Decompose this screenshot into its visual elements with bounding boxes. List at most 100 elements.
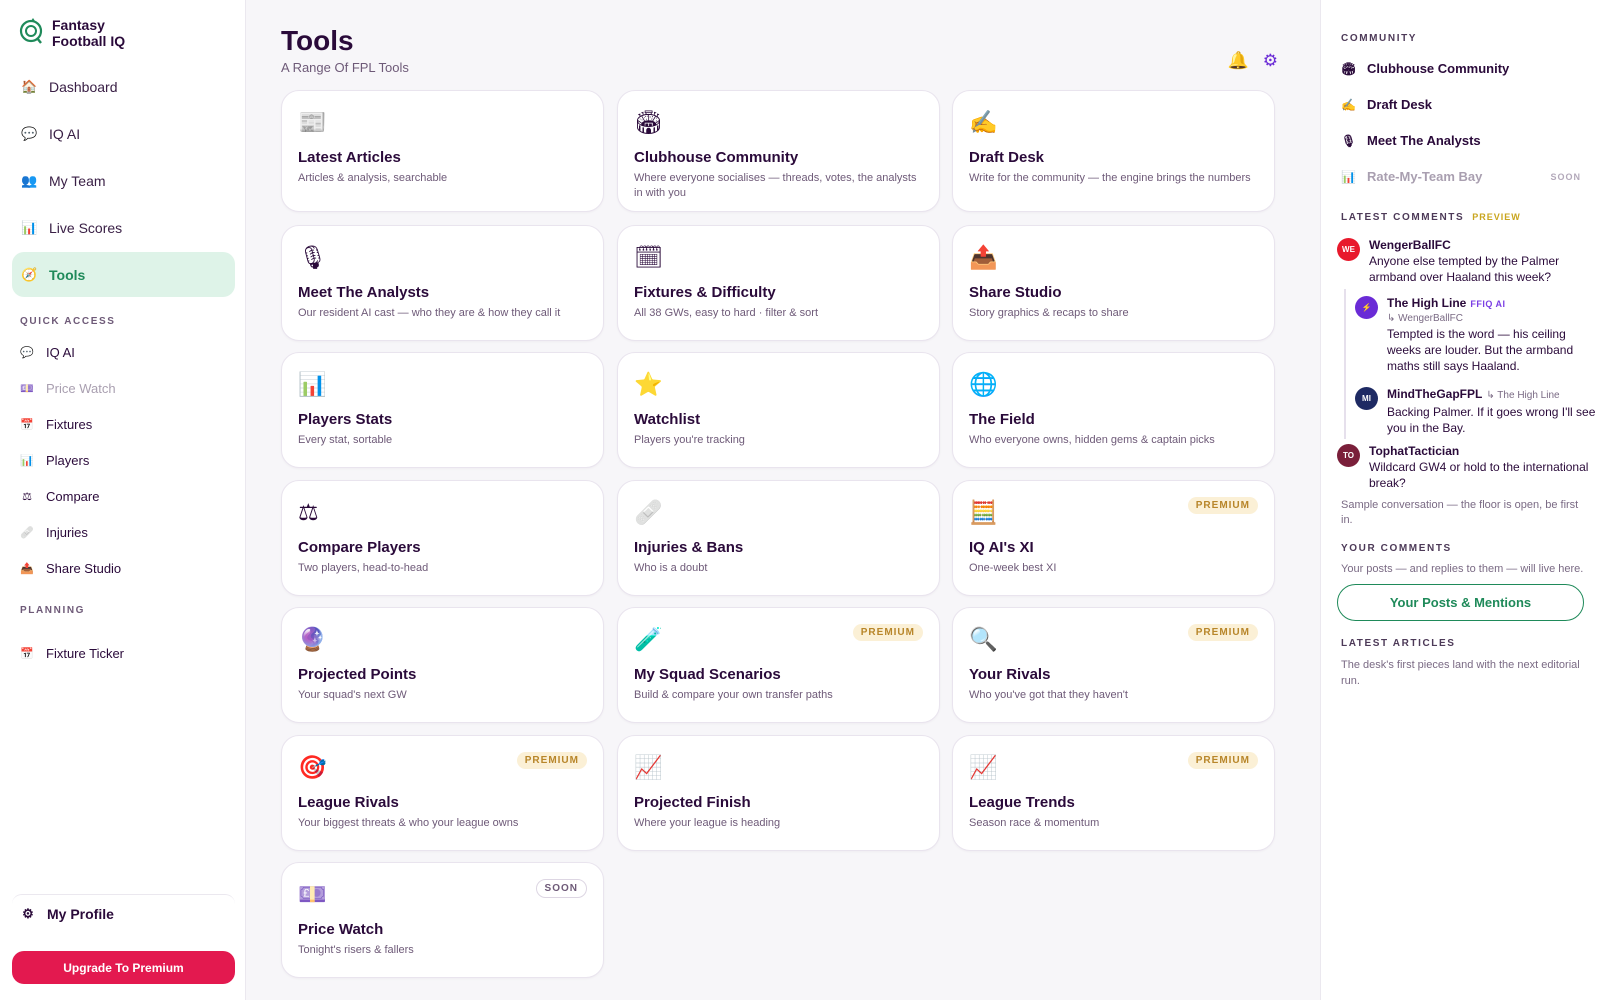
my-profile-link[interactable]: ⚙ My Profile	[21, 906, 114, 922]
community-item-rate-my-team-bay[interactable]: 📊 Rate-My-Team Bay SOON	[1341, 169, 1581, 184]
gear-icon: ⚙	[22, 906, 34, 921]
tool-card-projected-points[interactable]: 🔮 Projected Points Your squad's next GW	[281, 607, 604, 723]
banknote-icon: 💷	[20, 382, 34, 395]
tool-card-title: League Trends	[969, 794, 1075, 811]
premium-badge: PREMIUM	[1187, 497, 1258, 514]
quick-access-title: QUICK ACCESS	[20, 316, 116, 327]
quick-access-item-label: Players	[46, 452, 90, 468]
quick-access-item-players[interactable]: 📊 Players	[20, 442, 235, 478]
your-posts-button[interactable]: Your Posts & Mentions	[1337, 584, 1584, 621]
avatar[interactable]: ⚡	[1355, 296, 1378, 319]
community-item-label: Clubhouse Community	[1367, 61, 1510, 76]
nav-item-label: Dashboard	[49, 78, 118, 95]
tool-card-price-watch[interactable]: 💷 Price Watch Tonight's risers & fallers SO…	[281, 862, 604, 978]
speech-bubble-icon: 💬	[20, 346, 34, 359]
people-icon: 👥	[21, 172, 38, 188]
premium-badge: PREMIUM	[1187, 752, 1258, 769]
tool-card-description: Story graphics & recaps to share	[969, 307, 1129, 319]
tool-card-draft-desk[interactable]: ✍ Draft Desk Write for the community — the…	[952, 90, 1275, 212]
tool-card-description: Tonight's risers & fallers	[298, 944, 414, 956]
bell-icon[interactable]: 🔔	[1228, 51, 1249, 71]
tool-card-players-stats[interactable]: 📊 Players Stats Every stat, sortable	[281, 352, 604, 468]
comment-author[interactable]: The High Line	[1387, 296, 1466, 310]
tool-card-meet-the-analysts[interactable]: 🎙 Meet The Analysts Our resident AI cast —…	[281, 225, 604, 341]
nav-item-iq-ai[interactable]: 💬 IQ AI	[12, 111, 235, 156]
tool-card-title: Players Stats	[298, 411, 393, 428]
tool-card-injuries-bans[interactable]: 🩹 Injuries & Bans Who is a doubt	[617, 480, 940, 596]
comment-author[interactable]: TophatTactician	[1369, 444, 1459, 458]
test-tube-icon: 🧪	[634, 626, 663, 652]
tool-card-fixtures-difficulty[interactable]: 🗓 Fixtures & Difficulty All 38 GWs, easy t…	[617, 225, 940, 341]
quick-access-item-share-studio[interactable]: 📤 Share Studio	[20, 550, 235, 586]
upgrade-button[interactable]: Upgrade To Premium	[12, 951, 235, 984]
quick-access-item-fixtures[interactable]: 📅 Fixtures	[20, 406, 235, 442]
nav-item-label: My Team	[49, 172, 106, 189]
tool-card-description: Two players, head-to-head	[298, 562, 429, 574]
tool-card-description: Who is a doubt	[634, 562, 708, 574]
nav-item-live-scores[interactable]: 📊 Live Scores	[12, 205, 235, 250]
tool-card-league-rivals[interactable]: 🎯 League Rivals Your biggest threats & who…	[281, 735, 604, 851]
quick-access-item-label: Compare	[46, 488, 100, 504]
avatar[interactable]: TO	[1337, 444, 1360, 467]
brand-name: Fantasy Football IQ	[52, 17, 126, 49]
tool-card-clubhouse-community[interactable]: 🏟 Clubhouse Community Where everyone socia…	[617, 90, 940, 212]
comment-author[interactable]: MindTheGapFPL	[1387, 387, 1482, 401]
tool-card-description: Our resident AI cast — who they are & ho…	[298, 307, 561, 319]
avatar[interactable]: WE	[1337, 238, 1360, 261]
premium-badge: PREMIUM	[516, 752, 587, 769]
nav-item-tools[interactable]: 🧭 Tools	[12, 252, 235, 297]
comment-item: WE WengerBallFC Anyone else tempted by the…	[1337, 237, 1599, 285]
calendar-icon: 🗓	[634, 244, 664, 270]
quick-access-item-compare[interactable]: ⚖ Compare	[20, 478, 235, 514]
bar-chart-icon: 📊	[20, 454, 34, 467]
comment-text: Backing Palmer. If it goes wrong I'll se…	[1387, 405, 1596, 435]
quick-access-item-price-watch[interactable]: 💷 Price Watch	[20, 370, 235, 406]
tool-card-share-studio[interactable]: 📤 Share Studio Story graphics & recaps to …	[952, 225, 1275, 341]
quick-access-item-injuries[interactable]: 🩹 Injuries	[20, 514, 235, 550]
tool-card-title: Fixtures & Difficulty	[634, 284, 776, 301]
tool-card-latest-articles[interactable]: 📰 Latest Articles Articles & analysis, sea…	[281, 90, 604, 212]
community-item-label: Meet The Analysts	[1367, 133, 1481, 148]
tool-card-watchlist[interactable]: ⭐ Watchlist Players you're tracking	[617, 352, 940, 468]
tool-card-compare-players[interactable]: ⚖ Compare Players Two players, head-to-hea…	[281, 480, 604, 596]
tool-card-the-field[interactable]: 🌐 The Field Who everyone owns, hidden gems…	[952, 352, 1275, 468]
premium-badge: PREMIUM	[852, 624, 923, 641]
nav-item-my-team[interactable]: 👥 My Team	[12, 158, 235, 203]
newspaper-icon: 📰	[298, 109, 327, 135]
comment-header: WengerBallFC	[1369, 237, 1599, 253]
comment-item: ⚡ The High Line FFIQ AI ↳ WengerBallFC Tempt…	[1355, 295, 1599, 374]
scales-icon: ⚖	[298, 499, 319, 525]
preview-badge: PREVIEW	[1472, 212, 1521, 222]
tool-card-your-rivals[interactable]: 🔍 Your Rivals Who you've got that they hav…	[952, 607, 1275, 723]
tool-card-my-squad-scenarios[interactable]: 🧪 My Squad Scenarios Build & compare your …	[617, 607, 940, 723]
tool-card-iq-ai-s-xi[interactable]: 🧮 IQ AI's XI One-week best XI PREMIUM	[952, 480, 1275, 596]
tool-card-title: Price Watch	[298, 921, 384, 938]
sample-note: Sample conversation — the floor is open,…	[1341, 499, 1579, 526]
tool-card-projected-finish[interactable]: 📈 Projected Finish Where your league is he…	[617, 735, 940, 851]
trend-chart-icon: 📈	[634, 754, 663, 780]
community-item-meet-the-analysts[interactable]: 🎙 Meet The Analysts	[1341, 133, 1581, 148]
community-item-draft-desk[interactable]: ✍ Draft Desk	[1341, 97, 1581, 112]
writing-hand-icon: ✍	[1341, 97, 1356, 112]
planning-item-fixture-ticker[interactable]: 📅 Fixture Ticker	[20, 635, 235, 671]
community-item-clubhouse-community[interactable]: 🏟 Clubhouse Community	[1341, 61, 1581, 76]
soon-badge: SOON	[1550, 171, 1581, 182]
tool-card-league-trends[interactable]: 📈 League Trends Season race & momentum PREM…	[952, 735, 1275, 851]
nav-item-dashboard[interactable]: 🏠 Dashboard	[12, 64, 235, 109]
bar-chart-icon: 📊	[1341, 169, 1356, 184]
comment-author[interactable]: WengerBallFC	[1369, 238, 1451, 252]
latest-articles-text: The desk's first pieces land with the ne…	[1341, 659, 1580, 687]
brand[interactable]: Fantasy Football IQ	[19, 17, 142, 49]
tool-card-title: Projected Points	[298, 666, 417, 683]
tool-card-title: IQ AI's XI	[969, 539, 1034, 556]
quick-access-item-iq-ai[interactable]: 💬 IQ AI	[20, 334, 235, 370]
tool-card-description: Your squad's next GW	[298, 689, 407, 701]
tool-card-title: Draft Desk	[969, 149, 1045, 166]
planning-title: PLANNING	[20, 605, 86, 616]
settings-gear-icon[interactable]: ⚙	[1263, 51, 1278, 71]
comment-header: The High Line FFIQ AI	[1387, 295, 1599, 312]
tool-card-description: Who you've got that they haven't	[969, 689, 1128, 701]
tool-card-title: Watchlist	[634, 411, 701, 428]
avatar[interactable]: MI	[1355, 387, 1378, 410]
magnifier-icon: 🔍	[969, 626, 998, 652]
